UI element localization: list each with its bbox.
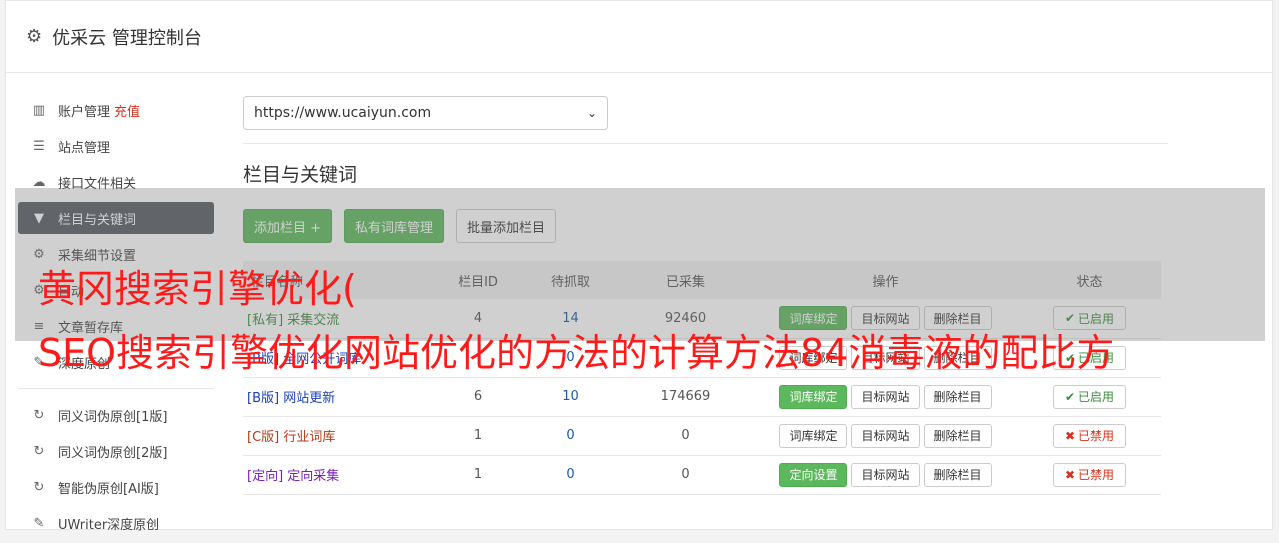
- site-select-value: https://www.ucaiyun.com: [254, 105, 432, 121]
- divider: [243, 143, 1168, 144]
- bind-lib-button[interactable]: 词库绑定: [779, 423, 848, 448]
- sidebar-item-synonym-v2[interactable]: ↻ 同义词伪原创[2版]: [18, 435, 214, 467]
- refresh-icon: ↻: [33, 479, 45, 495]
- status-toggle[interactable]: ✔ 已启用: [1052, 384, 1127, 409]
- table-row: [C版] 行业词库 1 0 0 词库绑定 目标网站 删除栏目 ✖ 已禁用: [243, 416, 1161, 455]
- column-name[interactable]: 行业词库: [283, 430, 335, 445]
- delete-column-button[interactable]: 删除栏目: [923, 384, 992, 409]
- status-toggle[interactable]: ✖ 已禁用: [1052, 423, 1127, 448]
- target-site-button[interactable]: 目标网站: [851, 384, 920, 409]
- column-name[interactable]: 定向采集: [287, 469, 339, 484]
- pending-count[interactable]: 0: [523, 455, 618, 494]
- bind-lib-button[interactable]: 定向设置: [779, 462, 848, 487]
- sidebar-item-label: 站点管理: [58, 140, 111, 156]
- sidebar-item-ai-rewrite[interactable]: ↻ 智能伪原创[AI版]: [18, 471, 214, 503]
- collected-count: 0: [681, 467, 690, 482]
- server-icon: ☰: [33, 138, 45, 154]
- ad-overlay: [15, 188, 1265, 341]
- refresh-icon: ↻: [33, 407, 45, 423]
- column-id: 1: [473, 467, 483, 482]
- column-id: 6: [473, 389, 483, 404]
- status-label: 已启用: [1078, 390, 1115, 404]
- sidebar-item-uwriter[interactable]: ✎ UWriter深度原创: [18, 507, 214, 539]
- column-name-cell[interactable]: [定向] 定向采集: [243, 455, 433, 494]
- status-cell: ✖ 已禁用: [1018, 416, 1161, 455]
- table-row: [B版] 网站更新 6 10 174669 词库绑定 目标网站 删除栏目 ✔ 已启用: [243, 377, 1161, 416]
- column-name-cell[interactable]: [B版] 网站更新: [243, 377, 433, 416]
- pending-count[interactable]: 0: [523, 416, 618, 455]
- section-title: 栏目与关键词: [243, 164, 358, 186]
- close-icon: ✖: [1064, 467, 1076, 482]
- chevron-down-icon: ⌄: [586, 106, 597, 120]
- sidebar-item-account[interactable]: ▥ 账户管理 充值: [18, 94, 214, 126]
- table-row: [定向] 定向采集 1 0 0 定向设置 目标网站 删除栏目 ✖ 已禁用: [243, 455, 1161, 494]
- status-cell: ✖ 已禁用: [1018, 455, 1161, 494]
- delete-column-button[interactable]: 删除栏目: [923, 462, 992, 487]
- column-name-cell[interactable]: [C版] 行业词库: [243, 416, 433, 455]
- column-tag: [B版]: [247, 391, 280, 406]
- pending-count[interactable]: 10: [523, 377, 618, 416]
- column-tag: [C版]: [247, 430, 280, 445]
- sidebar-divider: [18, 388, 214, 389]
- top-bar: ⚙ 优采云 管理控制台: [6, 1, 1272, 73]
- ops-cell: 词库绑定 目标网站 删除栏目: [753, 416, 1018, 455]
- target-site-button[interactable]: 目标网站: [851, 462, 920, 487]
- column-id: 1: [473, 428, 483, 443]
- target-site-button[interactable]: 目标网站: [851, 423, 920, 448]
- overlay-text-line2: SEO搜索引擎优化网站优化的方法的计算方法84消毒液的配比方: [38, 331, 1115, 375]
- bar-chart-icon: ▥: [32, 102, 46, 118]
- sidebar-item-sites[interactable]: ☰ 站点管理: [18, 130, 214, 162]
- check-icon: ✔: [1064, 389, 1076, 404]
- app-title: 优采云 管理控制台: [52, 27, 202, 49]
- status-label: 已禁用: [1078, 468, 1115, 482]
- edit-icon: ✎: [33, 515, 45, 531]
- delete-column-button[interactable]: 删除栏目: [923, 423, 992, 448]
- sidebar-item-label: 智能伪原创[AI版]: [58, 481, 159, 497]
- collected-count: 0: [681, 428, 690, 443]
- sidebar-item-label: 账户管理: [58, 104, 111, 120]
- ops-cell: 词库绑定 目标网站 删除栏目: [753, 377, 1018, 416]
- site-select[interactable]: https://www.ucaiyun.com ⌄: [243, 96, 608, 130]
- status-toggle[interactable]: ✖ 已禁用: [1052, 462, 1127, 487]
- refresh-icon: ↻: [33, 443, 45, 459]
- status-cell: ✔ 已启用: [1018, 377, 1161, 416]
- close-icon: ✖: [1064, 428, 1076, 443]
- status-label: 已禁用: [1078, 429, 1115, 443]
- column-name[interactable]: 网站更新: [283, 391, 335, 406]
- collected-count: 174669: [660, 389, 711, 404]
- sidebar-item-label: 同义词伪原创[2版]: [58, 445, 168, 461]
- sidebar-item-synonym-v1[interactable]: ↻ 同义词伪原创[1版]: [18, 399, 214, 431]
- sidebar-item-label: 同义词伪原创[1版]: [58, 409, 168, 425]
- ops-cell: 定向设置 目标网站 删除栏目: [753, 455, 1018, 494]
- gear-icon: ⚙: [26, 26, 43, 47]
- recharge-link[interactable]: 充值: [114, 101, 140, 120]
- bind-lib-button[interactable]: 词库绑定: [779, 384, 848, 409]
- overlay-text-line1: 黄冈搜索引擎优化(: [38, 267, 357, 311]
- column-tag: [定向]: [247, 469, 284, 484]
